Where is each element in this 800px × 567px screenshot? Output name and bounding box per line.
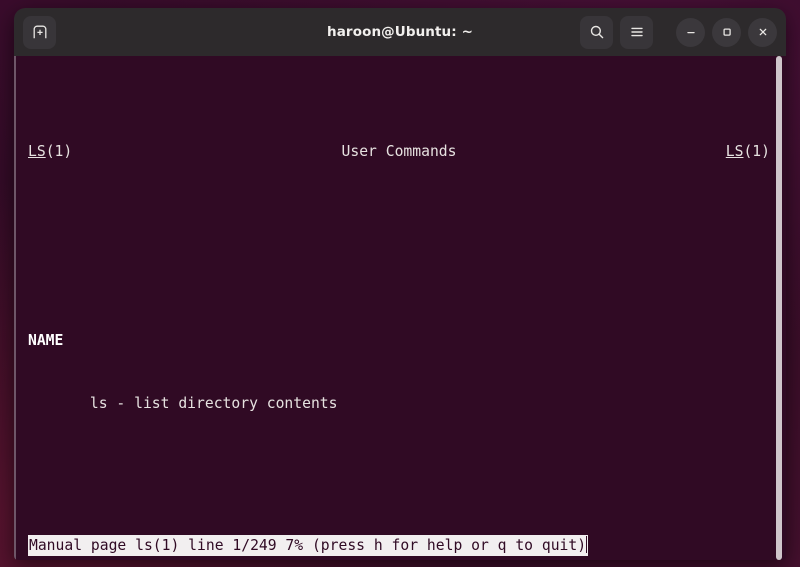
text-cursor [586, 536, 588, 553]
man-header-left: LS(1) [28, 141, 72, 162]
man-header-left-underlined: LS [28, 143, 46, 160]
terminal-window: haroon@Ubuntu: ~ LS(1) User Commands LS(… [14, 8, 786, 560]
search-button[interactable] [580, 15, 613, 49]
new-tab-icon [32, 24, 48, 40]
menu-button[interactable] [620, 15, 653, 49]
titlebar-left-controls [23, 15, 56, 49]
section-heading-name: NAME [28, 332, 64, 349]
maximize-icon [720, 25, 734, 39]
close-icon [756, 25, 770, 39]
scrollbar-thumb[interactable] [776, 56, 782, 560]
less-status-bar: Manual page ls(1) line 1/249 7% (press h… [28, 535, 589, 556]
terminal-content-area[interactable]: LS(1) User Commands LS(1) NAME ls - list… [14, 56, 786, 560]
man-header-line: LS(1) User Commands LS(1) [28, 141, 770, 162]
minimize-icon [684, 25, 698, 39]
name-body-line: ls - list directory contents [28, 395, 338, 412]
terminal-left-border [14, 56, 16, 560]
less-status-text: Manual page ls(1) line 1/249 7% (press h… [29, 537, 587, 554]
new-tab-button[interactable] [23, 15, 56, 49]
search-icon [589, 24, 605, 40]
terminal-scrollbar[interactable] [772, 56, 786, 560]
man-header-right-underlined: LS [725, 143, 744, 160]
man-header-left-plain: (1) [45, 143, 73, 160]
titlebar-right-controls [580, 15, 777, 49]
close-button[interactable] [748, 17, 777, 47]
hamburger-menu-icon [629, 24, 645, 40]
man-page-text: LS(1) User Commands LS(1) NAME ls - list… [28, 57, 770, 560]
man-header-right: LS(1) [726, 141, 770, 162]
man-header-right-plain: (1) [743, 143, 770, 160]
maximize-button[interactable] [712, 17, 741, 47]
window-titlebar: haroon@Ubuntu: ~ [14, 8, 786, 56]
man-header-center: User Commands [341, 143, 457, 160]
minimize-button[interactable] [676, 17, 705, 47]
